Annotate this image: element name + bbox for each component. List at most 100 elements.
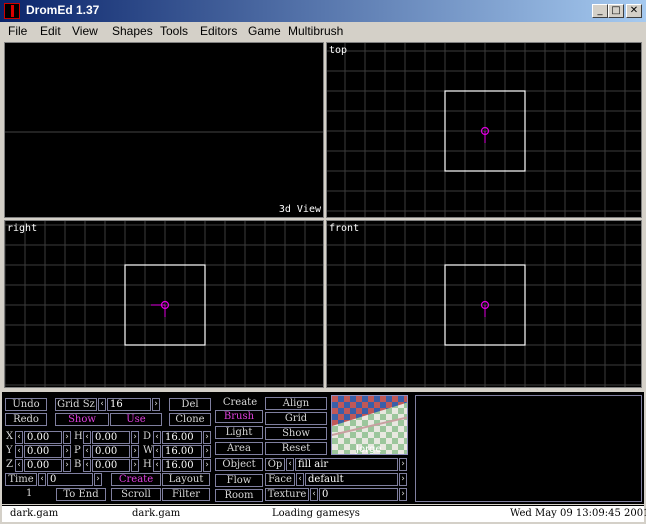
op-label: Op: [265, 458, 285, 471]
grid-size-increase[interactable]: ›: [152, 398, 160, 411]
time-decrease[interactable]: ‹: [38, 473, 46, 486]
pitch-decrease[interactable]: ‹: [83, 445, 91, 458]
viewport-top[interactable]: top: [326, 42, 642, 218]
layout-button[interactable]: Layout: [162, 473, 210, 486]
depth-field[interactable]: 16.00: [162, 431, 202, 444]
redo-button[interactable]: Redo: [5, 413, 47, 426]
grid-size-field[interactable]: 16: [107, 398, 151, 411]
bank-increase[interactable]: ›: [131, 459, 139, 472]
create-button[interactable]: Create: [111, 473, 161, 486]
menu-multibrush[interactable]: Multibrush: [288, 24, 343, 38]
heading-decrease[interactable]: ‹: [83, 431, 91, 444]
menu-shapes[interactable]: Shapes: [112, 24, 153, 38]
height-increase[interactable]: ›: [203, 459, 211, 472]
texture-decrease[interactable]: ‹: [310, 488, 318, 501]
time-label: Time: [5, 473, 37, 486]
y-increase[interactable]: ›: [63, 445, 71, 458]
object-button[interactable]: Object: [215, 458, 263, 471]
menu-editors[interactable]: Editors: [200, 24, 237, 38]
close-button[interactable]: ✕: [626, 4, 642, 18]
time-increase[interactable]: ›: [94, 473, 102, 486]
height-field[interactable]: 16.00: [162, 459, 202, 472]
width-label: W: [143, 445, 154, 456]
menu-edit[interactable]: Edit: [40, 24, 61, 38]
y-field[interactable]: 0.00: [24, 445, 62, 458]
minimize-button[interactable]: _: [592, 4, 608, 18]
show-grid-button[interactable]: Show: [265, 427, 327, 440]
width-increase[interactable]: ›: [203, 445, 211, 458]
width-decrease[interactable]: ‹: [153, 445, 161, 458]
heading-label: H: [74, 431, 83, 442]
status-gamesys-left: dark.gam: [10, 508, 59, 519]
menu-tools[interactable]: Tools: [160, 24, 188, 38]
viewport-3d[interactable]: 3d View: [4, 42, 324, 218]
y-decrease[interactable]: ‹: [15, 445, 23, 458]
pitch-field[interactable]: 0.00: [92, 445, 130, 458]
x-increase[interactable]: ›: [63, 431, 71, 444]
height-label: H: [143, 459, 152, 470]
width-field[interactable]: 16.00: [162, 445, 202, 458]
face-increase[interactable]: ›: [399, 473, 407, 486]
heading-field[interactable]: 0.00: [92, 431, 130, 444]
time-field[interactable]: 0: [47, 473, 93, 486]
op-field[interactable]: fill air: [295, 458, 398, 471]
control-panel: Undo Redo Grid Sz ‹ 16 › Show Use Del Cl…: [2, 392, 644, 504]
reset-button[interactable]: Reset: [265, 442, 327, 455]
menu-file[interactable]: File: [8, 24, 27, 38]
brush-button[interactable]: Brush: [215, 410, 263, 423]
status-message: Loading gamesys: [272, 508, 360, 519]
face-field[interactable]: default: [305, 473, 398, 486]
bank-decrease[interactable]: ‹: [83, 459, 91, 472]
status-gamesys-mid: dark.gam: [132, 508, 181, 519]
op-increase[interactable]: ›: [399, 458, 407, 471]
z-field[interactable]: 0.00: [24, 459, 62, 472]
face-decrease[interactable]: ‹: [296, 473, 304, 486]
title-bar: DromEd 1.37 _ □ ✕: [0, 0, 646, 22]
op-decrease[interactable]: ‹: [286, 458, 294, 471]
height-decrease[interactable]: ‹: [153, 459, 161, 472]
z-increase[interactable]: ›: [63, 459, 71, 472]
heading-increase[interactable]: ›: [131, 431, 139, 444]
depth-increase[interactable]: ›: [203, 431, 211, 444]
texture-name: Jorge: [355, 444, 382, 455]
menu-view[interactable]: View: [72, 24, 98, 38]
depth-decrease[interactable]: ‹: [153, 431, 161, 444]
z-label: Z: [6, 459, 13, 470]
viewport-3d-canvas: [5, 131, 323, 133]
status-bar: dark.gam dark.gam Loading gamesys Wed Ma…: [2, 505, 646, 522]
window-title: DromEd 1.37: [26, 3, 100, 17]
delete-button[interactable]: Del: [169, 398, 211, 411]
viewport-right-label: right: [7, 223, 38, 234]
room-button[interactable]: Room: [215, 489, 263, 502]
maximize-button[interactable]: □: [608, 4, 624, 18]
show-button[interactable]: Show: [55, 413, 109, 426]
grid-button[interactable]: Grid: [265, 412, 327, 425]
viewport-front[interactable]: front: [326, 220, 642, 388]
texture-increase[interactable]: ›: [399, 488, 407, 501]
viewport-right[interactable]: right: [4, 220, 324, 388]
texture-field[interactable]: 0: [319, 488, 398, 501]
z-decrease[interactable]: ‹: [15, 459, 23, 472]
bank-field[interactable]: 0.00: [92, 459, 130, 472]
filter-button[interactable]: Filter: [162, 488, 210, 501]
x-field[interactable]: 0.00: [24, 431, 62, 444]
clone-button[interactable]: Clone: [169, 413, 211, 426]
flow-button[interactable]: Flow: [215, 474, 263, 487]
viewport-right-canvas: [5, 221, 323, 387]
texture-label: Texture: [265, 488, 309, 501]
x-decrease[interactable]: ‹: [15, 431, 23, 444]
menu-game[interactable]: Game: [248, 24, 281, 38]
texture-pattern: Jorge: [332, 396, 407, 455]
align-button[interactable]: Align: [265, 397, 327, 410]
light-button[interactable]: Light: [215, 426, 263, 439]
grid-size-decrease[interactable]: ‹: [98, 398, 106, 411]
texture-swatch[interactable]: Jorge: [331, 395, 408, 455]
scroll-button[interactable]: Scroll: [111, 488, 161, 501]
use-button[interactable]: Use: [110, 413, 162, 426]
pitch-label: P: [74, 445, 81, 456]
to-end-button[interactable]: To End: [56, 488, 106, 501]
undo-button[interactable]: Undo: [5, 398, 47, 411]
pitch-increase[interactable]: ›: [131, 445, 139, 458]
area-button[interactable]: Area: [215, 442, 263, 455]
x-label: X: [6, 431, 14, 442]
